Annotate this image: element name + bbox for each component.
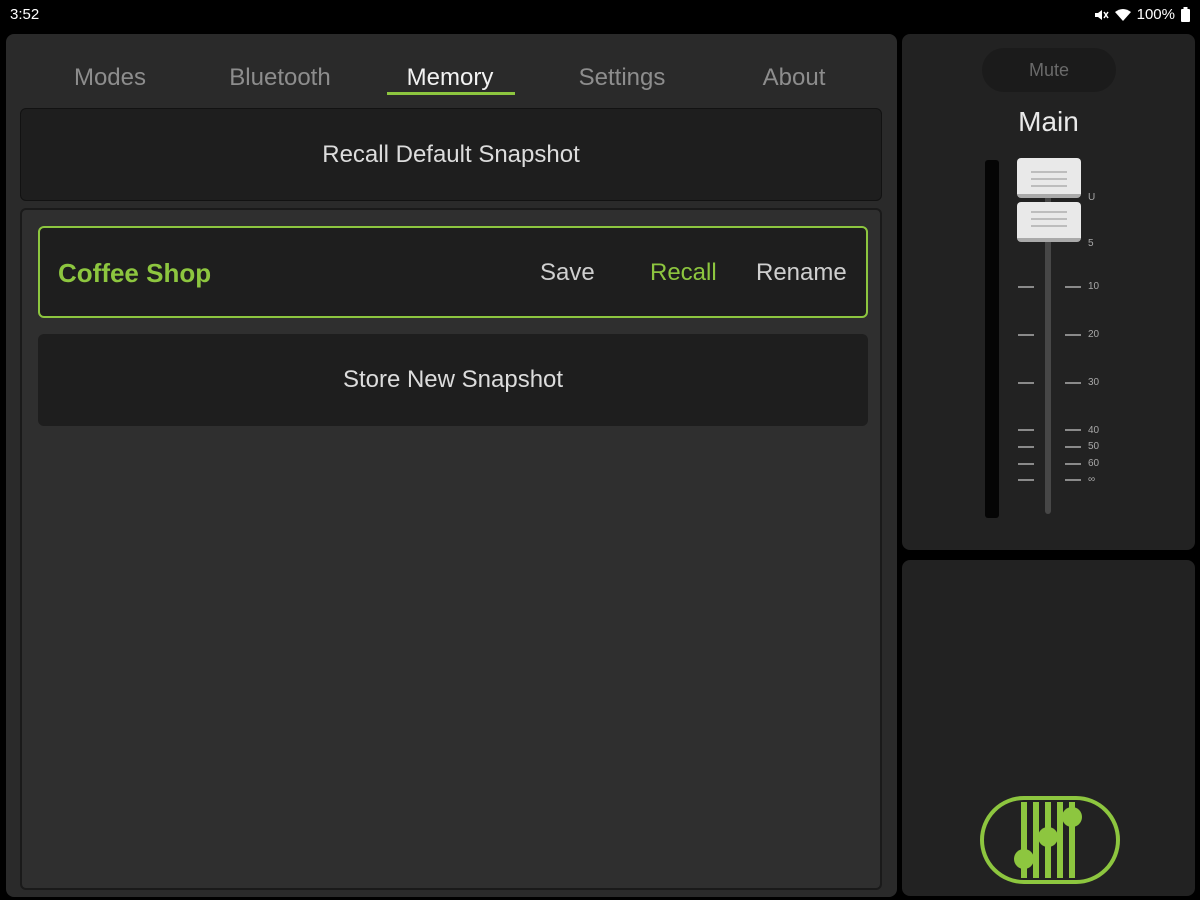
scale-tick	[1018, 382, 1034, 384]
scale-tick	[1018, 479, 1034, 481]
mute-button[interactable]: Mute	[982, 48, 1116, 92]
mute-status-icon	[1093, 8, 1109, 22]
save-button[interactable]: Save	[540, 259, 595, 287]
fader-panel: Mute Main U 5 10 20 30 40 50 60 ∞	[902, 34, 1195, 550]
recall-button[interactable]: Recall	[650, 259, 717, 287]
scale-tick	[1018, 429, 1034, 431]
scale-tick	[1065, 479, 1081, 481]
tab-bluetooth[interactable]: Bluetooth	[216, 64, 344, 92]
scale-tick	[1018, 334, 1034, 336]
scale-label-20: 20	[1088, 329, 1100, 340]
level-meter	[985, 160, 999, 518]
rename-button[interactable]: Rename	[756, 259, 847, 287]
wifi-icon	[1114, 8, 1131, 22]
battery-icon	[1181, 7, 1190, 22]
tab-settings[interactable]: Settings	[565, 64, 679, 92]
scale-label-60: 60	[1088, 458, 1100, 469]
scale-label-50: 50	[1088, 441, 1100, 452]
scale-tick	[1065, 382, 1081, 384]
active-tab-indicator	[387, 92, 515, 95]
scale-label-10: 10	[1088, 281, 1100, 292]
tab-modes[interactable]: Modes	[70, 64, 150, 92]
store-new-snapshot-button[interactable]: Store New Snapshot	[38, 334, 868, 426]
scale-tick	[1065, 429, 1081, 431]
tab-about[interactable]: About	[744, 64, 844, 92]
scale-tick	[1065, 286, 1081, 288]
battery-text: 100%	[1136, 6, 1175, 23]
scale-tick	[1065, 463, 1081, 465]
app-logo-icon	[980, 796, 1120, 889]
status-icons: 100%	[1093, 6, 1190, 23]
tab-memory[interactable]: Memory	[391, 64, 509, 92]
scale-tick	[1065, 446, 1081, 448]
fader-cap[interactable]	[1017, 158, 1081, 244]
scale-label-30: 30	[1088, 377, 1100, 388]
channel-label: Main	[1018, 106, 1079, 137]
scale-tick	[1065, 334, 1081, 336]
scale-label-40: 40	[1088, 425, 1100, 436]
scale-label-u: U	[1088, 192, 1096, 203]
scale-label-inf: ∞	[1088, 474, 1096, 485]
scale-label-5: 5	[1088, 238, 1094, 249]
scale-tick	[1018, 463, 1034, 465]
status-bar: 3:52 100%	[0, 0, 1200, 30]
recall-default-snapshot-button[interactable]: Recall Default Snapshot	[20, 108, 882, 201]
snapshot-name: Coffee Shop	[58, 258, 212, 288]
scale-tick	[1018, 446, 1034, 448]
snapshot-list: Coffee Shop Save Recall Rename Store New…	[20, 208, 882, 890]
snapshot-row: Coffee Shop Save Recall Rename	[38, 226, 868, 318]
status-time: 3:52	[10, 6, 40, 23]
scale-tick	[1018, 286, 1034, 288]
logo-panel	[902, 560, 1195, 896]
